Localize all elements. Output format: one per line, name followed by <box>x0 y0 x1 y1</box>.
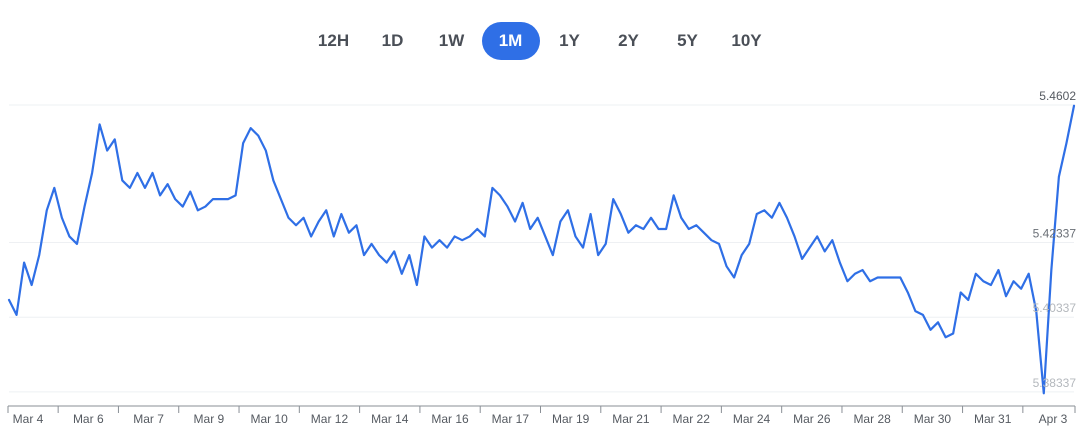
y-tick-label: 5.38337 <box>1033 376 1077 390</box>
x-tick-label: Mar 17 <box>492 412 530 426</box>
exchange-rate-line-chart: 5.46025.423375.403375.38337 Mar 4 Mar 6 Ma… <box>7 89 1077 426</box>
x-tick-label: Mar 10 <box>250 412 288 426</box>
x-tick-label: Mar 6 <box>73 412 104 426</box>
x-tick-label: Mar 4 <box>13 412 44 426</box>
x-tick-label: Mar 9 <box>194 412 225 426</box>
y-tick-label: 5.42337 <box>1033 227 1077 241</box>
x-tick-label: Mar 19 <box>552 412 590 426</box>
x-tick-label: Mar 24 <box>733 412 771 426</box>
x-tick-label: Mar 31 <box>974 412 1012 426</box>
x-tick-label: Mar 14 <box>371 412 409 426</box>
series-line-0 <box>7 104 1076 395</box>
x-tick-label: Mar 22 <box>673 412 711 426</box>
chart-grid <box>9 104 1074 393</box>
y-tick-label: 5.40337 <box>1033 301 1077 315</box>
x-tick-label: Mar 12 <box>311 412 349 426</box>
x-tick-label: Apr 3 <box>1039 412 1068 426</box>
x-tick-label: Mar 7 <box>133 412 164 426</box>
x-tick-label: Mar 21 <box>612 412 650 426</box>
chart-series-layer <box>7 104 1076 395</box>
x-tick-label: Mar 16 <box>431 412 469 426</box>
x-tick-label: Mar 26 <box>793 412 831 426</box>
x-tick-label: Mar 28 <box>853 412 891 426</box>
y-tick-label: 5.4602 <box>1039 89 1076 103</box>
x-tick-label: Mar 30 <box>914 412 952 426</box>
x-axis-labels: Mar 4 Mar 6 Mar 7 Mar 9 Mar 10 Mar 12 Mar 14 Ma… <box>13 412 1068 426</box>
